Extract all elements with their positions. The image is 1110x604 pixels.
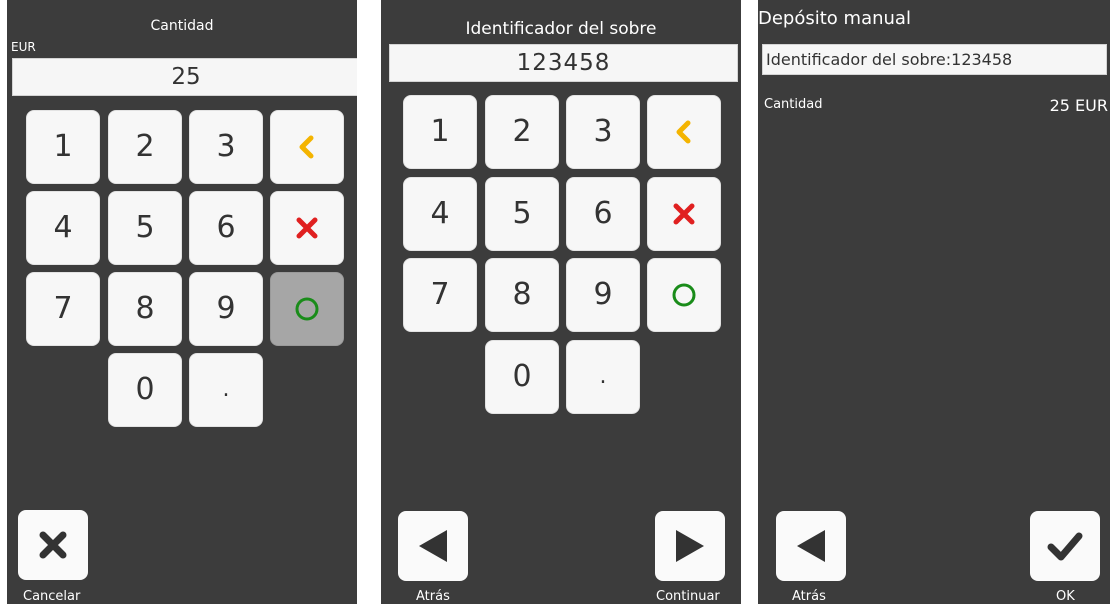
key-6[interactable]: 6: [189, 191, 263, 265]
envelope-id-screen: Identificador del sobre 123458 1 2 3 4 5…: [381, 0, 741, 604]
triangle-left-icon: [797, 530, 825, 562]
key-8[interactable]: 8: [108, 272, 182, 346]
triangle-left-icon: [419, 530, 447, 562]
key-7[interactable]: 7: [26, 272, 100, 346]
back-button[interactable]: [398, 511, 468, 581]
backspace-key[interactable]: [647, 95, 721, 169]
ok-label: OK: [1056, 589, 1075, 604]
key-2[interactable]: 2: [485, 95, 559, 169]
currency-label: EUR: [11, 40, 36, 54]
screen-title: Identificador del sobre: [465, 19, 657, 39]
key-1[interactable]: 1: [403, 95, 477, 169]
enter-key[interactable]: [270, 272, 344, 346]
key-decimal[interactable]: .: [189, 353, 263, 427]
key-7[interactable]: 7: [403, 258, 477, 332]
key-decimal[interactable]: .: [566, 340, 640, 414]
amount-input[interactable]: 25: [12, 58, 357, 96]
continue-button[interactable]: [655, 511, 725, 581]
key-9[interactable]: 9: [566, 258, 640, 332]
key-9[interactable]: 9: [189, 272, 263, 346]
envelope-id-input[interactable]: 123458: [389, 44, 738, 82]
x-icon: [39, 531, 67, 559]
ok-button[interactable]: [1030, 511, 1100, 581]
chevron-left-icon: [676, 120, 691, 144]
key-4[interactable]: 4: [403, 177, 477, 251]
key-3[interactable]: 3: [189, 110, 263, 184]
key-0[interactable]: 0: [485, 340, 559, 414]
circle-icon: [295, 297, 319, 321]
enter-key[interactable]: [647, 258, 721, 332]
key-5[interactable]: 5: [108, 191, 182, 265]
key-3[interactable]: 3: [566, 95, 640, 169]
back-label: Atrás: [792, 589, 826, 604]
cross-icon: [673, 203, 695, 225]
key-4[interactable]: 4: [26, 191, 100, 265]
cross-icon: [296, 217, 318, 239]
key-6[interactable]: 6: [566, 177, 640, 251]
amount-value: 25 EUR: [1049, 96, 1108, 115]
chevron-left-icon: [299, 135, 314, 159]
screen-title: Cantidad: [150, 18, 214, 34]
clear-key[interactable]: [270, 191, 344, 265]
key-0[interactable]: 0: [108, 353, 182, 427]
back-label: Atrás: [416, 589, 450, 604]
envelope-id-line: Identificador del sobre:123458: [762, 44, 1107, 75]
key-2[interactable]: 2: [108, 110, 182, 184]
triangle-right-icon: [676, 530, 704, 562]
backspace-key[interactable]: [270, 110, 344, 184]
circle-icon: [672, 283, 696, 307]
key-5[interactable]: 5: [485, 177, 559, 251]
key-8[interactable]: 8: [485, 258, 559, 332]
screen-title: Depósito manual: [758, 8, 911, 29]
manual-deposit-summary-screen: Depósito manual Identificador del sobre:…: [758, 0, 1110, 604]
back-button[interactable]: [776, 511, 846, 581]
check-icon: [1047, 532, 1083, 561]
cancel-button[interactable]: [18, 510, 88, 580]
amount-label: Cantidad: [764, 97, 823, 112]
key-1[interactable]: 1: [26, 110, 100, 184]
continue-label: Continuar: [656, 589, 720, 604]
clear-key[interactable]: [647, 177, 721, 251]
cancel-label: Cancelar: [23, 589, 81, 604]
amount-entry-screen: Cantidad EUR 25 1 2 3 4 5 6 7 8 9 0 . Ca…: [7, 0, 357, 604]
